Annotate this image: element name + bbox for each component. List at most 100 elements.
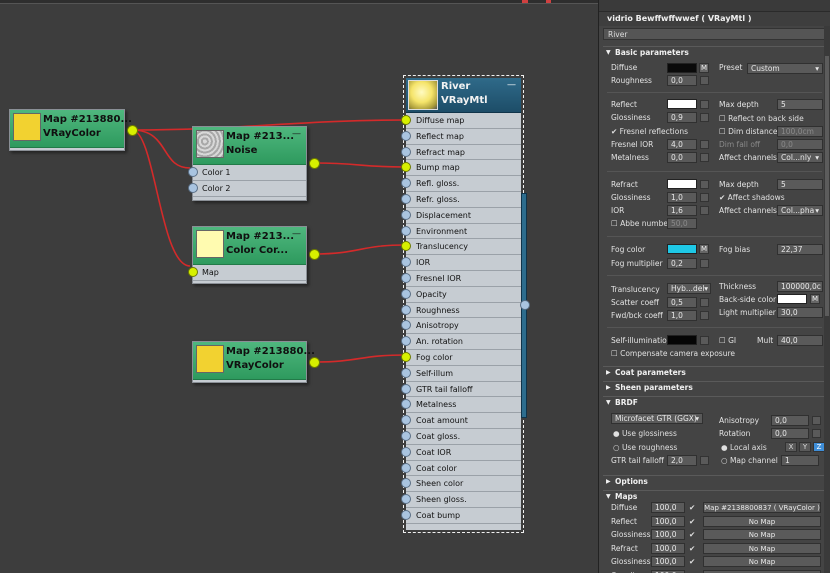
affect-channels-refract-dropdown[interactable]: Col...pha ▾ — [777, 205, 823, 216]
slot-opacity[interactable]: Opacity — [401, 287, 521, 303]
fog-multiplier-map-slot[interactable] — [700, 259, 709, 268]
glossiness-field[interactable]: 0,9 — [667, 112, 697, 123]
backside-map-button[interactable]: M — [810, 294, 820, 304]
input-port[interactable] — [401, 257, 411, 268]
compensate-exposure-checkbox[interactable]: ☐ Compensate camera exposure — [611, 349, 735, 358]
anisotropy-field[interactable]: 0,0 — [771, 415, 809, 426]
gi-checkbox[interactable]: ☐ GI — [719, 336, 736, 345]
thickness-field[interactable]: 100000,0c — [777, 281, 823, 292]
fresnel-ior-field[interactable]: 4,0 — [667, 139, 697, 150]
brdf-type-dropdown[interactable]: Microfacet GTR (GGX) ▾ — [611, 413, 703, 424]
map-slot-button[interactable]: No Map — [703, 569, 821, 573]
roughness-field[interactable]: 0,0 — [667, 75, 697, 86]
input-port[interactable] — [401, 367, 411, 378]
fwd-bck-field[interactable]: 1,0 — [667, 310, 697, 321]
output-port[interactable] — [127, 125, 138, 136]
slot-coat-color[interactable]: Coat color — [401, 461, 521, 477]
reflect-color-swatch[interactable] — [667, 99, 697, 109]
minimize-icon[interactable]: — — [507, 80, 516, 90]
rotation-field[interactable]: 0,0 — [771, 428, 809, 439]
node-graph-view[interactable]: Map #213880... VRayColor Map #213... Noi… — [0, 0, 598, 573]
reflect-backside-checkbox[interactable]: ☐ Reflect on back side — [719, 114, 804, 123]
refract-color-swatch[interactable] — [667, 179, 697, 189]
node-vraycolor-2[interactable]: Map #213880... VRayColor — [192, 341, 320, 383]
input-port[interactable] — [401, 115, 411, 125]
slot-reflect-map[interactable]: Reflect map — [401, 129, 521, 145]
input-port[interactable] — [401, 399, 411, 410]
light-multiplier-field[interactable]: 30,0 — [777, 307, 823, 318]
slot-map[interactable]: Map — [188, 265, 306, 281]
map-slot-button[interactable]: No Map — [703, 542, 821, 554]
map-slot-button[interactable]: No Map — [703, 529, 821, 540]
node-color-correct[interactable]: Map #213... Color Cor... — Map — [188, 226, 320, 284]
map-channel-radio[interactable]: ○ Map channel — [721, 456, 778, 465]
rotation-map-slot[interactable] — [812, 429, 821, 438]
input-port[interactable] — [401, 320, 411, 331]
slot-roughness[interactable]: Roughness — [401, 303, 521, 319]
output-port[interactable] — [309, 249, 320, 260]
preset-dropdown[interactable]: Custom ▾ — [747, 63, 823, 74]
local-axis-radio[interactable]: ● Local axis — [721, 443, 767, 452]
map-enable-checkbox[interactable]: ✔ — [689, 530, 695, 539]
abbe-checkbox[interactable]: ☐ Abbe number — [611, 219, 671, 228]
map-amount-field[interactable]: 100,0 — [651, 529, 685, 540]
dim-distance-checkbox[interactable]: ☐ Dim distance — [719, 127, 777, 136]
max-depth-field[interactable]: 5 — [777, 99, 823, 110]
slot-coat-ior[interactable]: Coat IOR — [401, 445, 521, 461]
map-slot-button[interactable]: Map #2138800837 ( VRayColor ) — [703, 502, 821, 513]
fwd-bck-map-slot[interactable] — [700, 311, 709, 320]
node-noise[interactable]: Map #213... Noise — Color 1 Color 2 — [188, 126, 320, 201]
glossiness-map-slot[interactable] — [700, 113, 709, 122]
fresnel-ior-map-slot[interactable] — [700, 140, 709, 149]
map-enable-checkbox[interactable]: ✔ — [689, 503, 695, 512]
node-vraymtl[interactable]: River VRayMtl — Diffuse map Reflect map Re… — [401, 75, 530, 533]
input-port[interactable] — [401, 509, 411, 520]
input-port[interactable] — [401, 209, 411, 220]
fresnel-checkbox[interactable]: ✔ Fresnel reflections — [611, 127, 688, 136]
slot-coat-bump[interactable]: Coat bump — [401, 508, 521, 524]
input-port[interactable] — [401, 146, 411, 157]
slot-refract-map[interactable]: Refract map — [401, 145, 521, 161]
input-port[interactable] — [401, 336, 411, 347]
input-port[interactable] — [188, 267, 198, 277]
section-maps[interactable]: ▼ Maps — [603, 490, 826, 501]
input-port[interactable] — [401, 130, 411, 141]
slot-coat-amount[interactable]: Coat amount — [401, 413, 521, 429]
slot-color1[interactable]: Color 1 — [188, 165, 306, 181]
input-port[interactable] — [401, 288, 411, 299]
reflect-map-slot[interactable] — [700, 100, 709, 109]
slot-displacement[interactable]: Displacement — [401, 208, 521, 224]
slot-self-illum[interactable]: Self-illum — [401, 366, 521, 382]
input-port[interactable] — [401, 304, 411, 315]
section-sheen-parameters[interactable]: ▶ Sheen parameters — [603, 381, 826, 392]
map-enable-checkbox[interactable]: ✔ — [689, 557, 695, 566]
slot-metalness[interactable]: Metalness — [401, 397, 521, 414]
metalness-field[interactable]: 0,0 — [667, 152, 697, 163]
slot-sheen-gloss[interactable]: Sheen gloss. — [401, 492, 521, 508]
panel-scrollbar[interactable] — [824, 26, 830, 573]
self-illumination-color-swatch[interactable] — [667, 335, 697, 345]
scrollbar-thumb[interactable] — [825, 56, 829, 316]
slot-diffuse-map[interactable]: Diffuse map — [401, 113, 521, 129]
input-port[interactable] — [401, 494, 411, 505]
map-amount-field[interactable]: 100,0 — [651, 556, 685, 567]
map-amount-field[interactable]: 100,0 — [651, 515, 685, 527]
use-roughness-radio[interactable]: ○ Use roughness — [613, 443, 677, 452]
section-brdf[interactable]: ▼ BRDF — [603, 396, 826, 407]
gtr-tail-falloff-field[interactable]: 2,0 — [667, 455, 697, 466]
map-channel-field[interactable]: 1 — [781, 455, 819, 466]
input-port[interactable] — [401, 272, 411, 283]
dim-distance-field[interactable]: 100,0cm — [777, 126, 823, 137]
metalness-map-slot[interactable] — [700, 153, 709, 162]
input-port[interactable] — [401, 478, 411, 489]
slot-translucency[interactable]: Translucency — [401, 239, 521, 256]
input-port[interactable] — [401, 383, 411, 394]
gtr-map-slot[interactable] — [700, 456, 709, 465]
input-port[interactable] — [401, 415, 411, 426]
affect-channels-dropdown[interactable]: Col...nly ▾ — [777, 152, 823, 163]
input-port[interactable] — [401, 241, 411, 252]
input-port[interactable] — [401, 446, 411, 457]
input-port[interactable] — [401, 178, 411, 189]
map-amount-field[interactable]: 100,0 — [651, 502, 685, 513]
refract-glossiness-map-slot[interactable] — [700, 193, 709, 202]
